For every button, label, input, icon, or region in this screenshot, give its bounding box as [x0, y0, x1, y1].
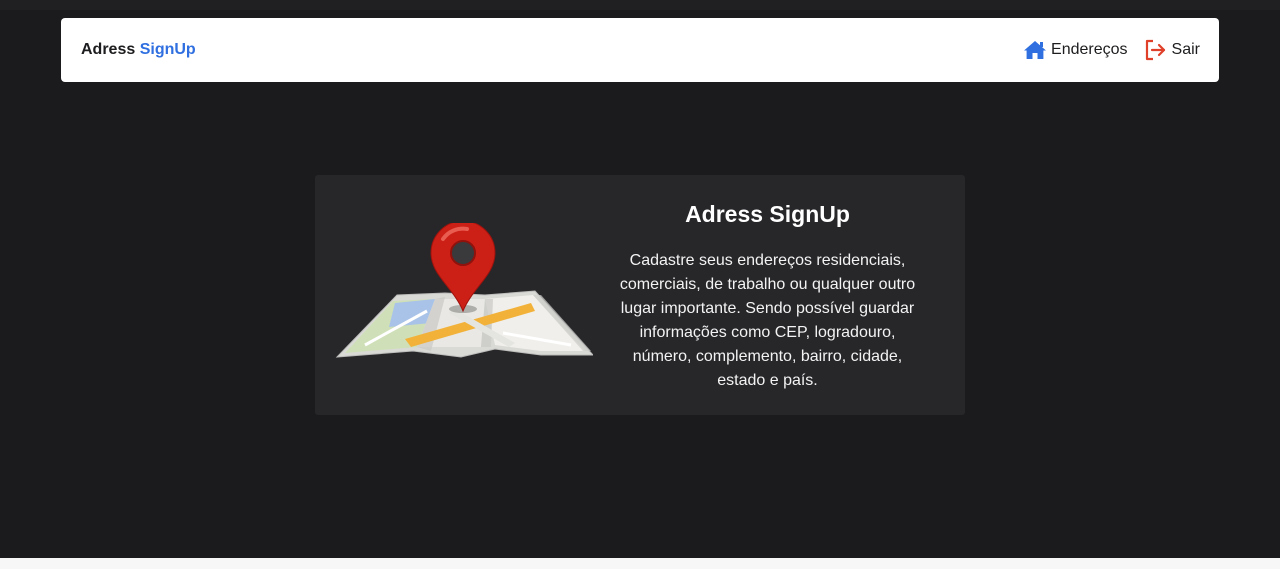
brand-accent: SignUp [139, 41, 196, 58]
brand-prefix: Adress [81, 41, 136, 58]
brand-logo[interactable]: Adress SignUp [81, 18, 196, 82]
top-strip [0, 0, 1280, 10]
nav-link-sair-label: Sair [1171, 41, 1200, 58]
nav-links: Endereços Sair [1023, 18, 1200, 82]
nav-link-enderecos-label: Endereços [1051, 41, 1128, 58]
hero-text: Adress SignUp Cadastre seus endereços re… [610, 199, 925, 393]
navbar: Adress SignUp Endereços Sair [61, 18, 1219, 82]
hero-description: Cadastre seus endereços residenciais, co… [619, 252, 916, 389]
hero-card: Adress SignUp Cadastre seus endereços re… [315, 175, 965, 415]
nav-link-enderecos[interactable]: Endereços [1023, 40, 1128, 60]
home-icon [1023, 40, 1047, 60]
map-pin-illustration [335, 220, 595, 369]
nav-link-sair[interactable]: Sair [1144, 39, 1200, 61]
hero-title: Adress SignUp [685, 201, 850, 227]
logout-icon [1144, 39, 1168, 61]
